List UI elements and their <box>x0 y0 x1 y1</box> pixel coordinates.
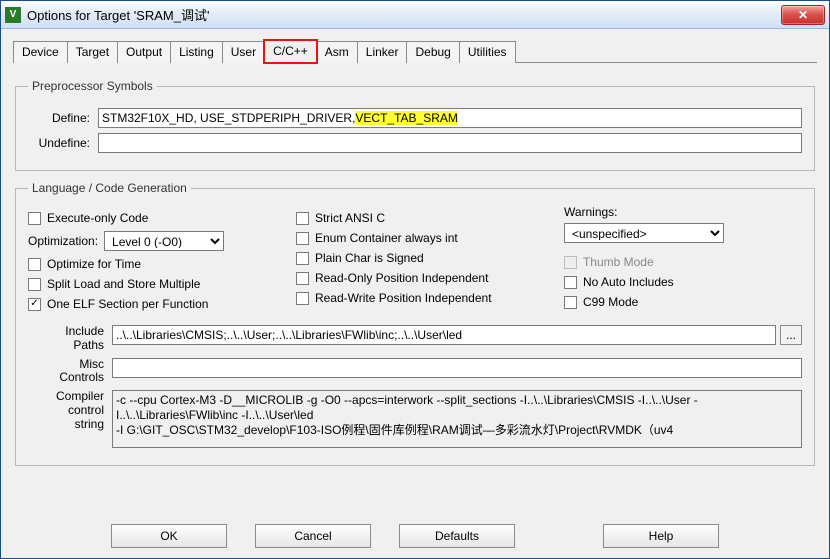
include-paths-browse-button[interactable]: ... <box>780 325 802 345</box>
checkbox-icon <box>296 292 309 305</box>
language-legend: Language / Code Generation <box>28 181 191 195</box>
window-title: Options for Target 'SRAM_调试' <box>27 5 781 24</box>
ro-pi-checkbox[interactable]: Read-Only Position Independent <box>296 271 546 285</box>
execute-only-checkbox[interactable]: Execute-only Code <box>28 211 278 225</box>
optimization-label: Optimization: <box>28 234 98 248</box>
no-auto-includes-checkbox[interactable]: No Auto Includes <box>564 275 802 289</box>
include-paths-input[interactable] <box>112 325 776 345</box>
optimize-time-checkbox[interactable]: Optimize for Time <box>28 257 278 271</box>
tab-panel-c-cpp: Preprocessor Symbols Define: STM32F10X_H… <box>1 63 829 466</box>
define-input[interactable]: STM32F10X_HD, USE_STDPERIPH_DRIVER,VECT_… <box>98 108 802 128</box>
checkbox-icon <box>564 276 577 289</box>
preprocessor-group: Preprocessor Symbols Define: STM32F10X_H… <box>15 79 815 171</box>
misc-controls-label: Misc Controls <box>28 358 112 386</box>
options-dialog: V Options for Target 'SRAM_调试' ✕ Device … <box>0 0 830 559</box>
tab-strip: Device Target Output Listing User C/C++ … <box>1 29 829 62</box>
tab-listing[interactable]: Listing <box>170 41 223 63</box>
titlebar: V Options for Target 'SRAM_调试' ✕ <box>1 1 829 29</box>
enum-int-checkbox[interactable]: Enum Container always int <box>296 231 546 245</box>
checkbox-icon <box>296 272 309 285</box>
tab-output[interactable]: Output <box>117 41 171 63</box>
warnings-combo[interactable]: <unspecified> <box>564 223 724 243</box>
c99-mode-checkbox[interactable]: C99 Mode <box>564 295 802 309</box>
plain-char-checkbox[interactable]: Plain Char is Signed <box>296 251 546 265</box>
language-codegen-group: Language / Code Generation Execute-only … <box>15 181 815 466</box>
tab-target[interactable]: Target <box>67 41 118 63</box>
split-load-checkbox[interactable]: Split Load and Store Multiple <box>28 277 278 291</box>
lang-col-right: Warnings: <unspecified> Thumb Mode No Au… <box>564 205 802 317</box>
preprocessor-legend: Preprocessor Symbols <box>28 79 157 93</box>
checkbox-icon <box>296 212 309 225</box>
tab-asm[interactable]: Asm <box>316 41 358 63</box>
define-value-highlight: VECT_TAB_SRAM <box>355 111 457 125</box>
misc-controls-input[interactable] <box>112 358 802 378</box>
dialog-footer: OK Cancel Defaults Help <box>1 524 829 548</box>
lang-col-left: Execute-only Code Optimization: Level 0 … <box>28 205 278 317</box>
checkbox-icon <box>564 256 577 269</box>
check-icon: ✓ <box>28 298 41 311</box>
checkbox-icon <box>28 258 41 271</box>
tab-linker[interactable]: Linker <box>357 41 408 63</box>
undefine-label: Undefine: <box>28 136 98 150</box>
tab-utilities[interactable]: Utilities <box>459 41 516 63</box>
checkbox-icon <box>28 278 41 291</box>
close-icon: ✕ <box>798 8 808 22</box>
defaults-button[interactable]: Defaults <box>399 524 515 548</box>
rw-pi-checkbox[interactable]: Read-Write Position Independent <box>296 291 546 305</box>
checkbox-icon <box>28 212 41 225</box>
undefine-input[interactable] <box>98 133 802 153</box>
compiler-string-box[interactable]: -c --cpu Cortex-M3 -D__MICROLIB -g -O0 -… <box>112 390 802 448</box>
define-label: Define: <box>28 111 98 125</box>
strict-ansi-checkbox[interactable]: Strict ANSI C <box>296 211 546 225</box>
optimization-combo[interactable]: Level 0 (-O0) <box>104 231 224 251</box>
tab-device[interactable]: Device <box>13 41 68 63</box>
checkbox-icon <box>296 232 309 245</box>
close-button[interactable]: ✕ <box>781 5 825 25</box>
lang-col-mid: Strict ANSI C Enum Container always int … <box>296 205 546 317</box>
thumb-mode-checkbox: Thumb Mode <box>564 255 802 269</box>
ok-button[interactable]: OK <box>111 524 227 548</box>
tab-user[interactable]: User <box>222 41 265 63</box>
checkbox-icon <box>296 252 309 265</box>
compiler-string-label: Compiler control string <box>28 390 112 431</box>
tab-debug[interactable]: Debug <box>406 41 459 63</box>
cancel-button[interactable]: Cancel <box>255 524 371 548</box>
one-elf-checkbox[interactable]: ✓ One ELF Section per Function <box>28 297 278 311</box>
warnings-label: Warnings: <box>564 205 802 219</box>
app-icon: V <box>5 7 21 23</box>
include-paths-label: Include Paths <box>28 325 112 353</box>
tab-c-cpp[interactable]: C/C++ <box>264 40 317 63</box>
help-button[interactable]: Help <box>603 524 719 548</box>
define-value-plain: STM32F10X_HD, USE_STDPERIPH_DRIVER, <box>102 111 355 125</box>
checkbox-icon <box>564 296 577 309</box>
